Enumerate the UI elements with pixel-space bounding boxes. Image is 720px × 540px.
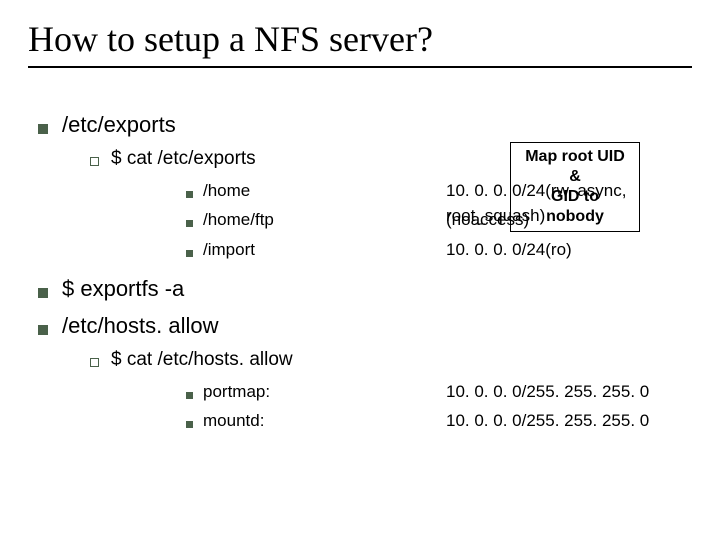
item-etc-exports: /etc/exports $ cat /etc/exports /home 10… xyxy=(38,108,692,262)
exports-rows: /home 10. 0. 0. 0/24(rw, async, root_squ… xyxy=(186,178,692,263)
host-key: mountd: xyxy=(203,408,264,434)
subitem-cat-exports: $ cat /etc/exports /home 10. 0. 0. 0/24(… xyxy=(90,145,692,262)
export-path: /home/ftp xyxy=(203,207,274,233)
subitem-label: $ cat /etc/exports xyxy=(111,145,256,174)
item-exportfs: $ exportfs -a xyxy=(38,272,692,305)
slide: How to setup a NFS server? Map root UID … xyxy=(0,0,720,540)
export-path: /home xyxy=(203,178,250,204)
hosts-row: mountd: 10. 0. 0. 0/255. 255. 255. 0 xyxy=(186,408,692,434)
host-key: portmap: xyxy=(203,379,270,405)
export-opts: 10. 0. 0. 0/24(ro) xyxy=(446,237,572,263)
item-label: $ exportfs -a xyxy=(62,272,184,305)
item-label: /etc/exports xyxy=(62,108,176,141)
slide-title: How to setup a NFS server? xyxy=(28,18,692,60)
subitem-cat-hosts-allow: $ cat /etc/hosts. allow portmap: 10. 0. … xyxy=(90,346,692,434)
item-hosts-allow: /etc/hosts. allow $ cat /etc/hosts. allo… xyxy=(38,309,692,434)
export-opts: (noaccess) xyxy=(446,207,529,233)
host-val: 10. 0. 0. 0/255. 255. 255. 0 xyxy=(446,408,649,434)
host-val: 10. 0. 0. 0/255. 255. 255. 0 xyxy=(446,379,649,405)
bullet-icon xyxy=(186,191,193,198)
bullet-icon xyxy=(186,220,193,227)
exports-row: /home 10. 0. 0. 0/24(rw, async, root_squ… xyxy=(186,178,692,204)
exports-row: /home/ftp (noaccess) xyxy=(186,207,692,233)
hosts-rows: portmap: 10. 0. 0. 0/255. 255. 255. 0 mo… xyxy=(186,379,692,434)
slide-content: /etc/exports $ cat /etc/exports /home 10… xyxy=(28,108,692,434)
bullet-icon xyxy=(38,288,48,298)
hosts-row: portmap: 10. 0. 0. 0/255. 255. 255. 0 xyxy=(186,379,692,405)
bullet-icon xyxy=(38,124,48,134)
bullet-icon xyxy=(38,325,48,335)
exports-row: /import 10. 0. 0. 0/24(ro) xyxy=(186,237,692,263)
export-path: /import xyxy=(203,237,255,263)
bullet-icon xyxy=(90,358,99,367)
subitem-label: $ cat /etc/hosts. allow xyxy=(111,346,293,375)
bullet-icon xyxy=(90,157,99,166)
bullet-icon xyxy=(186,421,193,428)
bullet-icon xyxy=(186,250,193,257)
item-label: /etc/hosts. allow xyxy=(62,309,219,342)
title-underline xyxy=(28,66,692,68)
bullet-icon xyxy=(186,392,193,399)
